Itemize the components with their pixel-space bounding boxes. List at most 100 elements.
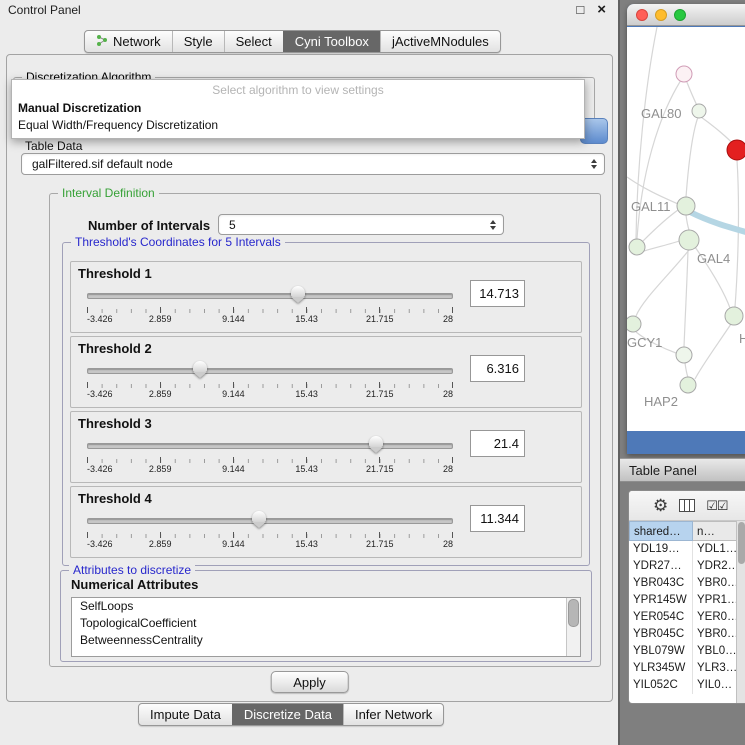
- network-node[interactable]: [727, 140, 745, 160]
- network-node[interactable]: [677, 197, 695, 215]
- threshold-panel: Threshold 1 -3.4262.8599.14415.4321.7152…: [70, 261, 582, 333]
- table-data-label: Table Data: [25, 139, 82, 153]
- table-row[interactable]: YLR345WYLR3…: [629, 660, 737, 677]
- network-node[interactable]: [676, 347, 692, 363]
- threshold-panel: Threshold 3 -3.4262.8599.14415.4321.7152…: [70, 411, 582, 483]
- select-columns-icon[interactable]: ☑☑: [706, 498, 727, 514]
- tab-cyni-toolbox[interactable]: Cyni Toolbox: [283, 31, 380, 52]
- control-panel: Control Panel □ × Network Style Select C…: [0, 0, 620, 745]
- network-icon: [96, 34, 108, 49]
- slider-track[interactable]: [87, 368, 453, 374]
- slider-track[interactable]: [87, 293, 453, 299]
- network-edge: [686, 117, 698, 197]
- column-header-shared-name[interactable]: shared…: [629, 521, 693, 541]
- threshold-slider[interactable]: [87, 286, 453, 304]
- top-tabbar: Network Style Select Cyni Toolbox jActiv…: [84, 30, 501, 53]
- network-node[interactable]: [679, 230, 699, 250]
- network-node[interactable]: [725, 307, 743, 325]
- network-node[interactable]: [627, 316, 641, 332]
- network-node-label: GAL4: [697, 251, 730, 266]
- numerical-attributes-list: SelfLoops TopologicalCoefficient Between…: [71, 597, 581, 657]
- threshold-value-field[interactable]: [470, 355, 525, 382]
- slider-handle[interactable]: [193, 361, 207, 379]
- threshold-slider[interactable]: [87, 436, 453, 454]
- panel-title: Control Panel: [8, 3, 81, 17]
- table-row[interactable]: YDL19…YDL1…: [629, 541, 737, 558]
- list-item[interactable]: BetweennessCentrality: [72, 632, 580, 649]
- network-node[interactable]: [692, 104, 706, 118]
- table-row[interactable]: YER054CYER0…: [629, 609, 737, 626]
- dropdown-option-manual-discretization[interactable]: Manual Discretization: [12, 99, 584, 116]
- node-table: shared… n… YDL19…YDL1… YDR27…YDR2… YBR04…: [629, 521, 737, 703]
- numerical-attributes-heading: Numerical Attributes: [71, 577, 198, 592]
- network-node[interactable]: [680, 377, 696, 393]
- table-scrollbar[interactable]: [736, 521, 745, 703]
- network-edge: [701, 117, 734, 145]
- float-window-icon[interactable]: □: [576, 2, 584, 18]
- network-edge: [643, 210, 678, 241]
- threshold-slider[interactable]: [87, 511, 453, 529]
- tab-style[interactable]: Style: [172, 31, 224, 52]
- table-row[interactable]: YBL079WYBL0…: [629, 643, 737, 660]
- tab-network[interactable]: Network: [85, 31, 172, 52]
- slider-handle[interactable]: [369, 436, 383, 454]
- columns-icon[interactable]: [679, 499, 695, 512]
- close-button[interactable]: [636, 9, 648, 21]
- network-edge: [637, 77, 683, 239]
- list-scrollbar[interactable]: [566, 598, 580, 656]
- threshold-value-field[interactable]: [470, 505, 525, 532]
- network-view-window: GAL80GAL11GAL4GCY1HAP2H: [627, 4, 745, 454]
- network-canvas[interactable]: GAL80GAL11GAL4GCY1HAP2H: [627, 27, 745, 431]
- table-data-combobox[interactable]: galFiltered.sif default node: [21, 153, 605, 175]
- slider-tick-labels: -3.4262.8599.14415.4321.71528: [87, 464, 453, 475]
- tab-jactivemnodules[interactable]: jActiveMNodules: [380, 31, 500, 52]
- table-row[interactable]: YPR145WYPR1…: [629, 592, 737, 609]
- network-edge: [695, 324, 731, 379]
- slider-ruler: [87, 532, 453, 538]
- scrollbar-thumb[interactable]: [568, 599, 579, 627]
- list-item[interactable]: SelfLoops: [72, 598, 580, 615]
- table-panel-header: Table Panel: [620, 458, 745, 482]
- slider-handle[interactable]: [252, 511, 266, 529]
- bottom-tabbar: Impute Data Discretize Data Infer Networ…: [138, 703, 444, 726]
- threshold-label: Threshold 1: [78, 266, 152, 281]
- tab-impute-data[interactable]: Impute Data: [139, 704, 232, 725]
- column-header-name[interactable]: n…: [693, 521, 737, 541]
- table-row[interactable]: YBR045CYBR0…: [629, 626, 737, 643]
- table-row[interactable]: YDR27…YDR2…: [629, 558, 737, 575]
- network-window-titlebar[interactable]: [627, 4, 745, 26]
- apply-button[interactable]: Apply: [270, 671, 349, 693]
- attributes-group: Attributes to discretize Numerical Attri…: [60, 570, 592, 662]
- list-item[interactable]: TopologicalCoefficient: [72, 615, 580, 632]
- network-node[interactable]: [676, 66, 692, 82]
- close-icon[interactable]: ×: [597, 2, 606, 18]
- threshold-panel: Threshold 4 -3.4262.8599.14415.4321.7152…: [70, 486, 582, 558]
- cyni-toolbox-panel: Discretization Algorithm Select algorith…: [6, 54, 613, 702]
- table-row[interactable]: YIL052CYIL0…: [629, 677, 737, 694]
- slider-tick-labels: -3.4262.8599.14415.4321.71528: [87, 389, 453, 400]
- tab-discretize-data[interactable]: Discretize Data: [232, 704, 343, 725]
- network-node[interactable]: [629, 239, 645, 255]
- threshold-panel: Threshold 2 -3.4262.8599.14415.4321.7152…: [70, 336, 582, 408]
- threshold-slider[interactable]: [87, 361, 453, 379]
- network-edge: [735, 160, 738, 307]
- zoom-button[interactable]: [674, 9, 686, 21]
- gear-icon[interactable]: ⚙: [653, 497, 668, 514]
- network-edge: [636, 250, 689, 316]
- minimize-button[interactable]: [655, 9, 667, 21]
- threshold-value-field[interactable]: [470, 430, 525, 457]
- scrollbar-thumb[interactable]: [738, 522, 745, 564]
- table-row[interactable]: YBR043CYBR0…: [629, 575, 737, 592]
- dropdown-option-equal-width-frequency[interactable]: Equal Width/Frequency Discretization: [12, 116, 584, 133]
- slider-track[interactable]: [87, 518, 453, 524]
- network-node-label: GAL11: [631, 199, 671, 214]
- slider-handle[interactable]: [291, 286, 305, 304]
- number-of-intervals-combobox[interactable]: 5: [218, 214, 504, 235]
- tab-infer-network[interactable]: Infer Network: [343, 704, 443, 725]
- threshold-label: Threshold 4: [78, 491, 152, 506]
- slider-tick-labels: -3.4262.8599.14415.4321.71528: [87, 314, 453, 325]
- algorithm-dropdown-popup: Select algorithm to view settings Manual…: [11, 79, 585, 139]
- tab-select[interactable]: Select: [224, 31, 283, 52]
- threshold-value-field[interactable]: [470, 280, 525, 307]
- slider-track[interactable]: [87, 443, 453, 449]
